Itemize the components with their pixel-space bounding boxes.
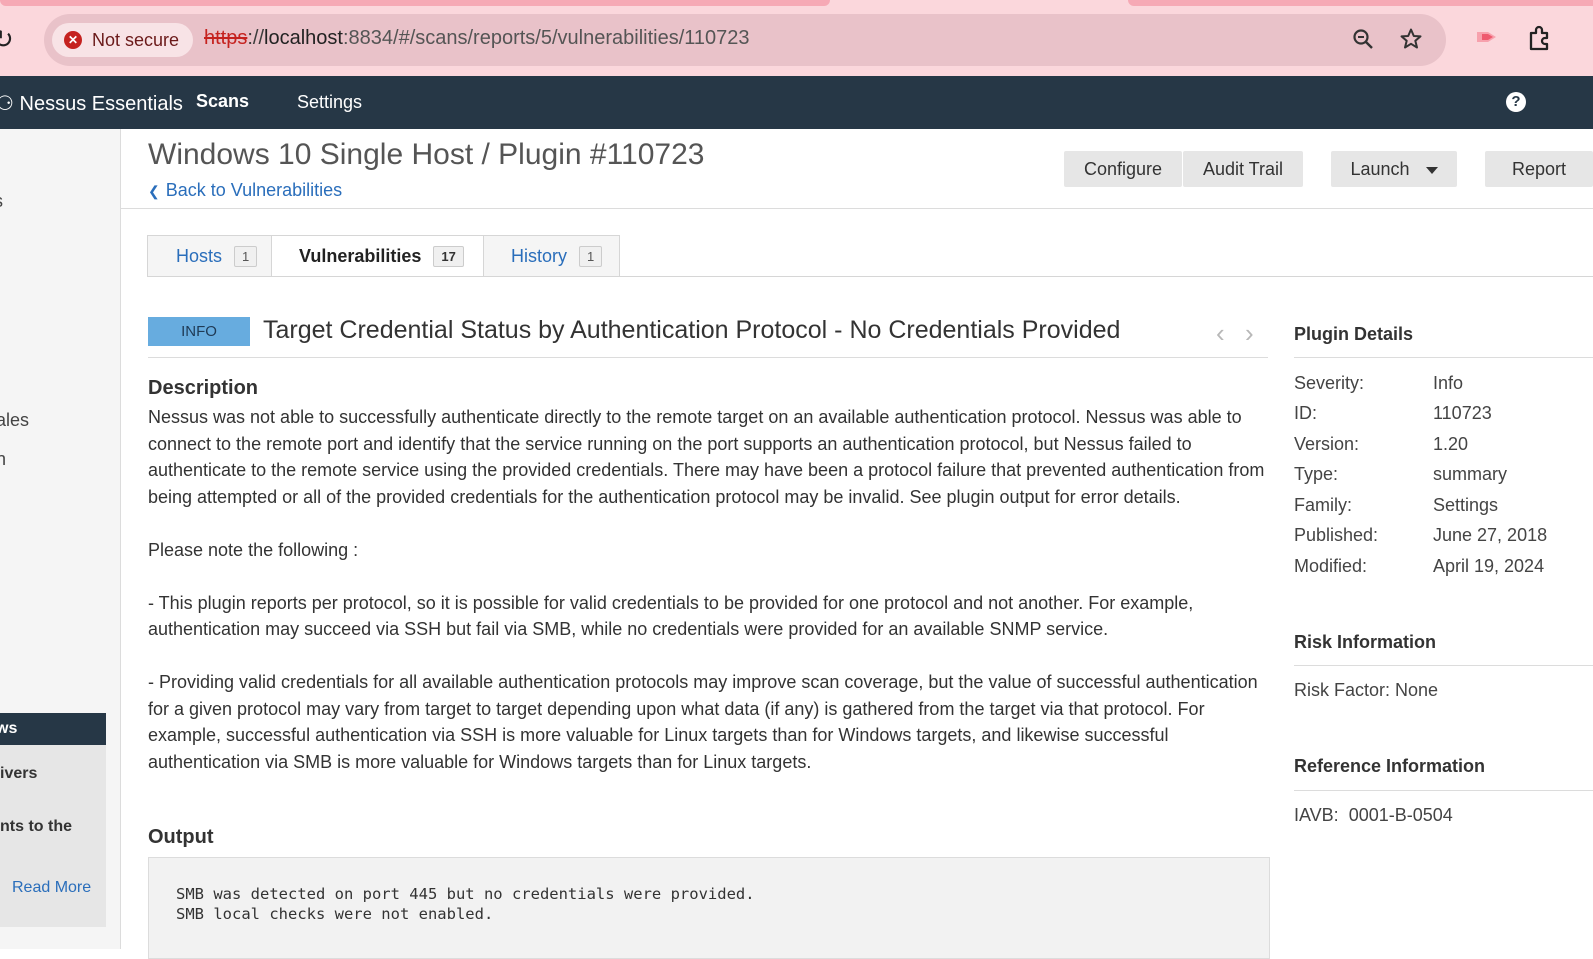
output-heading: Output — [148, 826, 214, 848]
detail-row-modified: Modified: April 19, 2024 — [1294, 556, 1545, 576]
help-icon[interactable]: ? — [1506, 92, 1526, 112]
tab-vulnerabilities[interactable]: Vulnerabilities 17 — [271, 235, 484, 277]
nav-scans[interactable]: Scans — [196, 91, 249, 112]
url-text[interactable]: https://localhost:8834/#/scans/reports/5… — [204, 27, 750, 50]
tab-count-badge: 17 — [433, 245, 464, 267]
extension-icon[interactable] — [1474, 24, 1500, 57]
next-icon[interactable]: › — [1245, 320, 1254, 346]
tab-count-badge: 1 — [579, 245, 603, 267]
page-title: Windows 10 Single Host / Plugin #110723 — [148, 138, 705, 171]
detail-row-type: Type: summary — [1294, 464, 1508, 484]
warning-icon: ✕ — [64, 31, 82, 49]
plugin-output: SMB was detected on port 445 but no cred… — [148, 857, 1270, 959]
description-paragraph: - This plugin reports per protocol, so i… — [148, 592, 1194, 640]
security-label: Not secure — [92, 29, 180, 50]
reload-icon[interactable]: ↻ — [0, 24, 18, 54]
sidebar-item[interactable]: s — [0, 191, 3, 212]
news-box-title: ws — [0, 713, 106, 745]
tab-count-badge: 1 — [234, 245, 258, 267]
browser-tab-strip — [0, 0, 1593, 6]
caret-down-icon — [1425, 166, 1438, 174]
severity-badge: INFO — [148, 317, 250, 346]
launch-button[interactable]: Launch — [1331, 151, 1457, 187]
description-paragraph: Please note the following : — [148, 539, 359, 560]
browser-toolbar: ↻ ✕ Not secure https://localhost:8834/#/… — [0, 0, 1593, 76]
brand-logo[interactable]: ⚆ Nessus Essentials — [0, 91, 183, 116]
risk-factor: Risk Factor: None — [1294, 680, 1439, 700]
sidebar-item[interactable]: n — [0, 449, 6, 470]
detail-row-version: Version: 1.20 — [1294, 434, 1469, 454]
divider — [1294, 665, 1593, 666]
browser-tab-active[interactable] — [0, 0, 830, 6]
divider — [147, 276, 1593, 277]
url-scheme: https — [204, 27, 248, 49]
read-more-link[interactable]: Read More — [12, 879, 91, 897]
news-box: ivers nts to the — [0, 745, 106, 927]
app-header: ⚆ Nessus Essentials Scans Settings ? — [0, 76, 1593, 129]
vulnerability-title: Target Credential Status by Authenticati… — [263, 316, 1121, 344]
description-paragraph: Nessus was not able to successfully auth… — [148, 407, 1265, 507]
divider — [1294, 790, 1593, 791]
url-path: :8834/#/scans/reports/5/vulnerabilities/… — [342, 27, 750, 49]
security-chip[interactable]: ✕ Not secure — [52, 23, 194, 57]
divider — [148, 357, 1268, 358]
bookmark-star-icon[interactable] — [1398, 27, 1424, 53]
tab-history[interactable]: History 1 — [483, 235, 620, 277]
sidebar: s ales n ws ivers nts to the Read More — [0, 129, 121, 949]
plugin-output-text: SMB was detected on port 445 but no cred… — [176, 885, 755, 923]
description-body: Nessus was not able to successfully auth… — [148, 404, 1273, 802]
tab-hosts[interactable]: Hosts 1 — [147, 235, 272, 277]
brand-name: Nessus Essentials — [19, 93, 183, 115]
report-button[interactable]: Report — [1485, 151, 1593, 187]
news-text: ivers — [0, 765, 38, 782]
url-separator: :// — [247, 27, 265, 49]
audit-trail-button[interactable]: Audit Trail — [1183, 151, 1303, 187]
iavb-link[interactable]: 0001-B-0504 — [1349, 805, 1453, 825]
sidebar-item[interactable]: ales — [0, 410, 29, 431]
detail-row-id: ID: 110723 — [1294, 403, 1492, 423]
extensions-puzzle-icon[interactable] — [1526, 24, 1554, 59]
risk-information-heading: Risk Information — [1294, 632, 1437, 652]
back-to-vulnerabilities-link[interactable]: ❮ Back to Vulnerabilities — [148, 180, 342, 201]
browser-tab[interactable] — [1128, 0, 1593, 6]
chevron-left-icon: ❮ — [148, 183, 160, 199]
previous-icon[interactable]: ‹ — [1216, 320, 1225, 346]
logo-icon: ⚆ — [0, 93, 14, 115]
configure-button[interactable]: Configure — [1064, 151, 1182, 187]
detail-row-published: Published: June 27, 2018 — [1294, 525, 1548, 545]
divider — [1294, 357, 1593, 358]
detail-row-family: Family: Settings — [1294, 495, 1499, 515]
news-text: nts to the — [0, 818, 72, 835]
detail-row-severity: Severity: Info — [1294, 373, 1464, 393]
url-host: localhost — [264, 27, 343, 49]
nav-settings[interactable]: Settings — [297, 92, 362, 113]
plugin-details-heading: Plugin Details — [1294, 324, 1414, 344]
description-paragraph: - Providing valid credentials for all av… — [148, 672, 1258, 772]
reference-iavb: IAVB: 0001-B-0504 — [1294, 805, 1453, 825]
divider — [120, 208, 1593, 209]
description-heading: Description — [148, 377, 259, 399]
reference-information-heading: Reference Information — [1294, 756, 1486, 776]
address-bar[interactable]: ✕ Not secure https://localhost:8834/#/sc… — [44, 14, 1446, 66]
zoom-icon[interactable] — [1350, 27, 1376, 53]
